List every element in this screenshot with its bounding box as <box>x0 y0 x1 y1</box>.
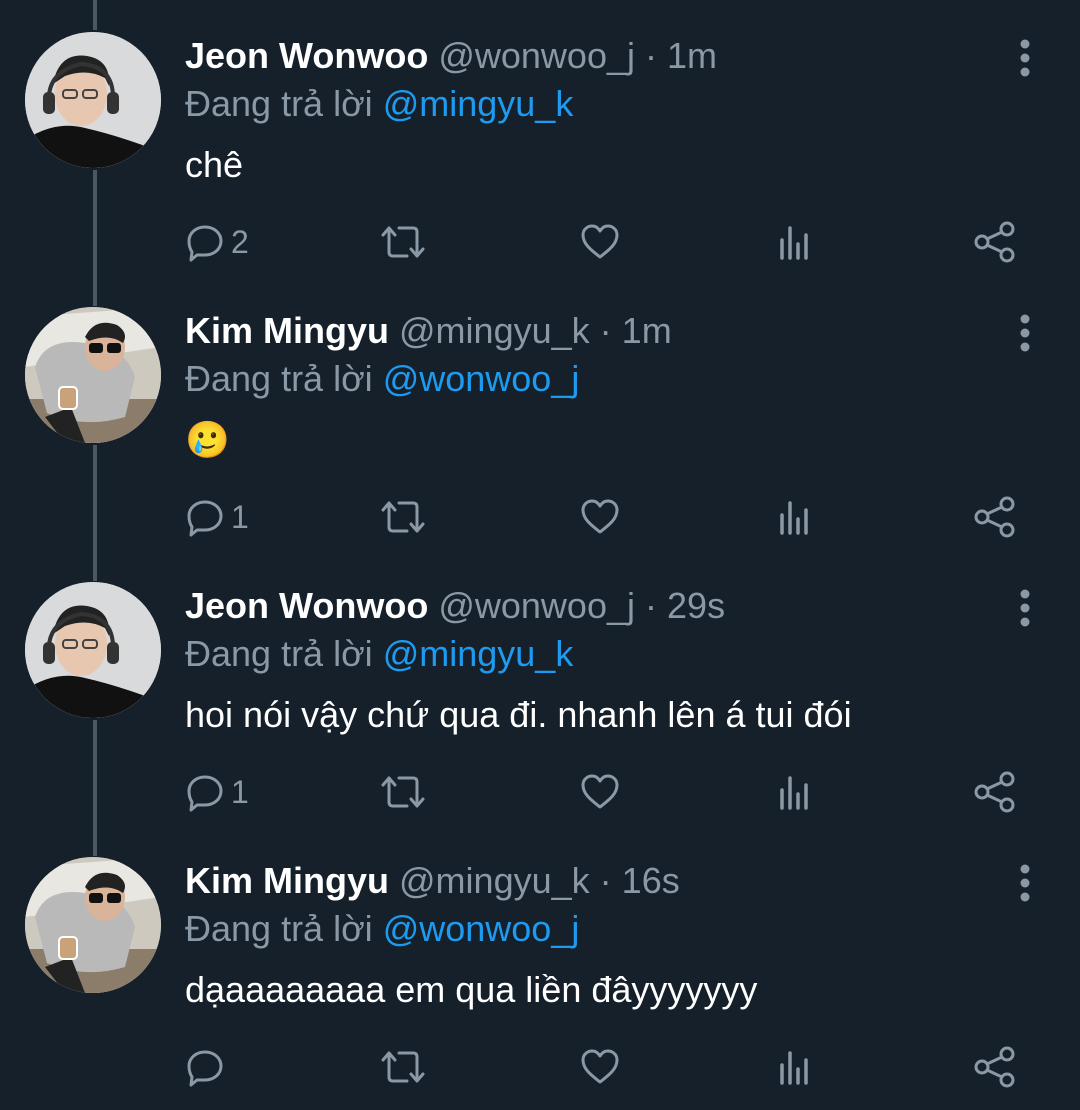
tweet-text: chê <box>185 144 244 185</box>
reply-count: 1 <box>231 499 249 535</box>
display-name[interactable]: Kim Mingyu <box>185 860 389 901</box>
retweet-icon <box>381 1051 425 1083</box>
share-button[interactable] <box>973 770 1017 814</box>
views-icon <box>780 776 808 810</box>
replying-to-handle[interactable]: @wonwoo_j <box>383 358 580 399</box>
tweet-header: Kim Mingyu @mingyu_k · 1m <box>185 309 672 353</box>
share-button[interactable] <box>973 495 1017 539</box>
share-icon <box>974 221 1015 263</box>
reply-icon <box>187 1050 223 1087</box>
replying-to-label: Đang trả lời <box>185 908 373 949</box>
replying-to: Đang trả lời @wonwoo_j <box>185 907 579 951</box>
tweet[interactable]: Jeon Wonwoo @wonwoo_j · 1m Đang trả lời … <box>0 0 1080 275</box>
replying-to-handle[interactable]: @mingyu_k <box>383 633 574 674</box>
tweet-text: dạaaaaaaaa em qua liền đâyyyyyyy <box>185 969 758 1010</box>
views-icon <box>780 1051 808 1085</box>
more-options-icon[interactable] <box>1010 313 1040 353</box>
display-name[interactable]: Jeon Wonwoo <box>185 35 428 76</box>
tweet-header: Kim Mingyu @mingyu_k · 16s <box>185 859 680 903</box>
display-name[interactable]: Jeon Wonwoo <box>185 585 428 626</box>
share-button[interactable] <box>973 220 1017 264</box>
person-with-sunglasses-avatar-icon <box>25 307 161 443</box>
person-with-headphones-avatar-icon <box>25 32 161 168</box>
like-button[interactable] <box>580 495 620 539</box>
separator-dot: · <box>645 585 658 626</box>
display-name[interactable]: Kim Mingyu <box>185 310 389 351</box>
heart-icon <box>581 1049 619 1084</box>
views-button[interactable] <box>777 495 813 539</box>
avatar[interactable] <box>25 857 161 993</box>
more-options-icon[interactable] <box>1010 588 1040 628</box>
more-options-icon[interactable] <box>1010 38 1040 78</box>
separator-dot: · <box>599 310 612 351</box>
reply-icon <box>187 775 223 812</box>
timestamp[interactable]: 16s <box>622 860 680 901</box>
tweet-header: Jeon Wonwoo @wonwoo_j · 29s <box>185 584 725 628</box>
replying-to-label: Đang trả lời <box>185 83 373 124</box>
reply-button[interactable]: 1 <box>185 495 249 539</box>
retweet-button[interactable] <box>381 770 425 814</box>
tweet-header: Jeon Wonwoo @wonwoo_j · 1m <box>185 34 717 78</box>
views-button[interactable] <box>777 770 813 814</box>
reply-icon <box>187 225 223 262</box>
replying-to: Đang trả lời @mingyu_k <box>185 82 573 126</box>
retweet-button[interactable] <box>381 495 425 539</box>
user-handle[interactable]: @wonwoo_j <box>438 585 635 626</box>
heart-icon <box>581 774 619 809</box>
avatar[interactable] <box>25 582 161 718</box>
tweet[interactable]: Kim Mingyu @mingyu_k · 1m Đang trả lời @… <box>0 275 1080 550</box>
user-handle[interactable]: @mingyu_k <box>399 860 590 901</box>
timestamp[interactable]: 1m <box>622 310 672 351</box>
retweet-button[interactable] <box>381 1045 425 1089</box>
retweet-button[interactable] <box>381 220 425 264</box>
share-icon <box>974 1046 1015 1088</box>
tweet-actions: 2 <box>185 220 1025 264</box>
share-icon <box>974 496 1015 538</box>
replying-to: Đang trả lời @mingyu_k <box>185 632 573 676</box>
replying-to: Đang trả lời @wonwoo_j <box>185 357 579 401</box>
separator-dot: · <box>599 860 612 901</box>
tweet-actions: 1 <box>185 770 1025 814</box>
tweet-actions: 1 <box>185 495 1025 539</box>
reply-icon <box>187 500 223 537</box>
tweet-actions <box>185 1045 1025 1089</box>
retweet-icon <box>381 226 425 258</box>
views-button[interactable] <box>777 1045 813 1089</box>
reply-button[interactable]: 1 <box>185 770 249 814</box>
retweet-icon <box>381 501 425 533</box>
share-button[interactable] <box>973 1045 1017 1089</box>
views-button[interactable] <box>777 220 813 264</box>
reply-count: 2 <box>231 224 249 260</box>
heart-icon <box>581 499 619 534</box>
tweet[interactable]: Jeon Wonwoo @wonwoo_j · 29s Đang trả lời… <box>0 550 1080 825</box>
tweet[interactable]: Kim Mingyu @mingyu_k · 16s Đang trả lời … <box>0 825 1080 1100</box>
heart-icon <box>581 224 619 259</box>
replying-to-handle[interactable]: @mingyu_k <box>383 83 574 124</box>
replying-to-handle[interactable]: @wonwoo_j <box>383 908 580 949</box>
reply-button[interactable]: 2 <box>185 220 249 264</box>
like-button[interactable] <box>580 1045 620 1089</box>
like-button[interactable] <box>580 220 620 264</box>
avatar[interactable] <box>25 32 161 168</box>
replying-to-label: Đang trả lời <box>185 358 373 399</box>
timestamp[interactable]: 1m <box>667 35 717 76</box>
reply-count: 1 <box>231 774 249 810</box>
person-with-sunglasses-avatar-icon <box>25 857 161 993</box>
tweet-text: hoi nói vậy chứ qua đi. nhanh lên á tui … <box>185 694 852 735</box>
share-icon <box>974 771 1015 813</box>
person-with-headphones-avatar-icon <box>25 582 161 718</box>
more-options-icon[interactable] <box>1010 863 1040 903</box>
views-icon <box>780 501 808 535</box>
like-button[interactable] <box>580 770 620 814</box>
user-handle[interactable]: @wonwoo_j <box>438 35 635 76</box>
views-icon <box>780 226 808 260</box>
timestamp[interactable]: 29s <box>667 585 725 626</box>
reply-button[interactable] <box>185 1045 231 1089</box>
user-handle[interactable]: @mingyu_k <box>399 310 590 351</box>
tweet-text: 🥲 <box>185 419 230 460</box>
retweet-icon <box>381 776 425 808</box>
separator-dot: · <box>645 35 658 76</box>
avatar[interactable] <box>25 307 161 443</box>
replying-to-label: Đang trả lời <box>185 633 373 674</box>
